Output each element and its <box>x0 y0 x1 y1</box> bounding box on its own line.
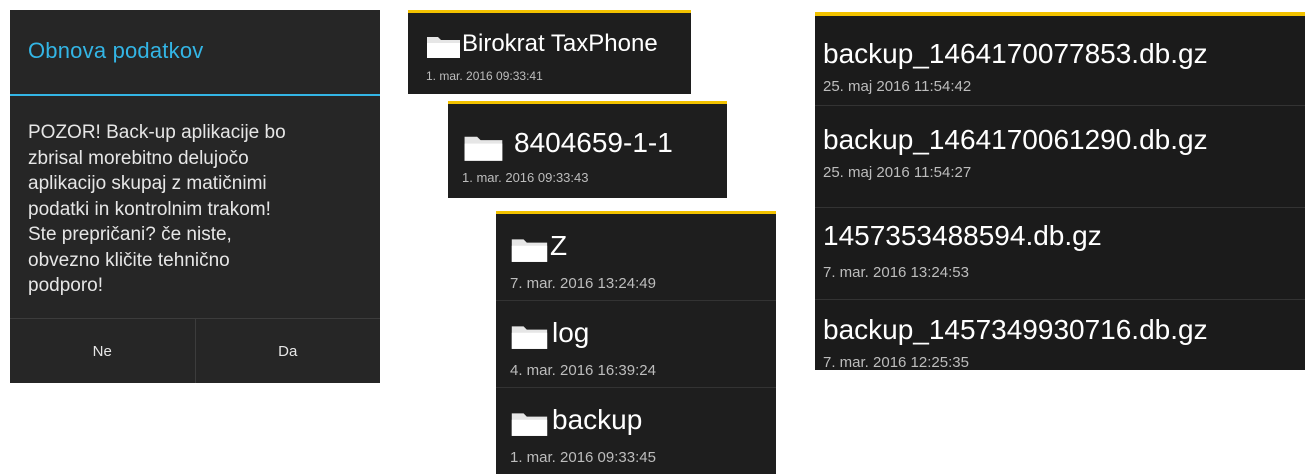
folder-icon <box>511 326 548 349</box>
dialog-title: Obnova podatkov <box>28 38 204 63</box>
backup-file-list: backup_1464170077853.db.gz 25. maj 2016 … <box>815 12 1305 370</box>
folder-list-8404659: 8404659-1-1 1. mar. 2016 09:33:43 <box>448 101 727 198</box>
folder-date: 4. mar. 2016 16:39:24 <box>510 362 656 379</box>
file-date: 7. mar. 2016 13:24:53 <box>823 264 969 281</box>
file-name: backup_1457349930716.db.gz <box>823 314 1208 345</box>
folder-icon <box>511 413 548 436</box>
list-item[interactable]: backup_1457349930716.db.gz 7. mar. 2016 … <box>815 300 1305 370</box>
dialog-button-row: Ne Da <box>10 318 380 383</box>
file-name: 1457353488594.db.gz <box>823 220 1102 251</box>
folder-list-root: Z 7. mar. 2016 13:24:49 log 4. mar. 2016… <box>496 211 776 474</box>
file-date: 25. maj 2016 11:54:42 <box>823 78 972 95</box>
no-button[interactable]: Ne <box>10 319 195 383</box>
list-item[interactable]: backup_1464170061290.db.gz 25. maj 2016 … <box>815 106 1305 194</box>
folder-icon <box>464 136 503 161</box>
folder-icon <box>427 37 460 58</box>
list-item[interactable]: Birokrat TaxPhone 1. mar. 2016 09:33:41 <box>408 10 691 94</box>
list-item[interactable]: backup_1464170077853.db.gz 25. maj 2016 … <box>815 16 1305 104</box>
folder-date: 1. mar. 2016 09:33:41 <box>426 69 543 83</box>
folder-name: Birokrat TaxPhone <box>462 30 658 57</box>
dialog-message: POZOR! Back-up aplikacije bo zbrisal mor… <box>28 122 286 296</box>
folder-date: 7. mar. 2016 13:24:49 <box>510 275 656 292</box>
folder-name: 8404659-1-1 <box>514 127 673 158</box>
file-name: backup_1464170077853.db.gz <box>823 38 1208 69</box>
folder-name: log <box>552 317 590 348</box>
folder-date: 1. mar. 2016 09:33:45 <box>510 449 656 466</box>
list-item[interactable]: log 4. mar. 2016 16:39:24 <box>496 301 776 387</box>
list-item[interactable]: 8404659-1-1 1. mar. 2016 09:33:43 <box>448 101 727 198</box>
list-item[interactable]: backup 1. mar. 2016 09:33:45 <box>496 388 776 474</box>
folder-name: Z <box>550 230 568 261</box>
file-name: backup_1464170061290.db.gz <box>823 124 1208 155</box>
file-date: 7. mar. 2016 12:25:35 <box>823 354 969 370</box>
title-divider <box>10 94 380 96</box>
list-item[interactable]: Z 7. mar. 2016 13:24:49 <box>496 214 776 300</box>
folder-date: 1. mar. 2016 09:33:43 <box>462 170 589 185</box>
folder-list-birokrat: Birokrat TaxPhone 1. mar. 2016 09:33:41 <box>408 10 691 94</box>
folder-name: backup <box>552 404 643 435</box>
file-date: 25. maj 2016 11:54:27 <box>823 164 972 181</box>
folder-icon <box>511 239 548 262</box>
yes-button[interactable]: Da <box>194 319 381 383</box>
list-item[interactable]: 1457353488594.db.gz 7. mar. 2016 13:24:5… <box>815 208 1305 294</box>
restore-dialog: Obnova podatkov POZOR! Back-up aplikacij… <box>10 10 380 383</box>
